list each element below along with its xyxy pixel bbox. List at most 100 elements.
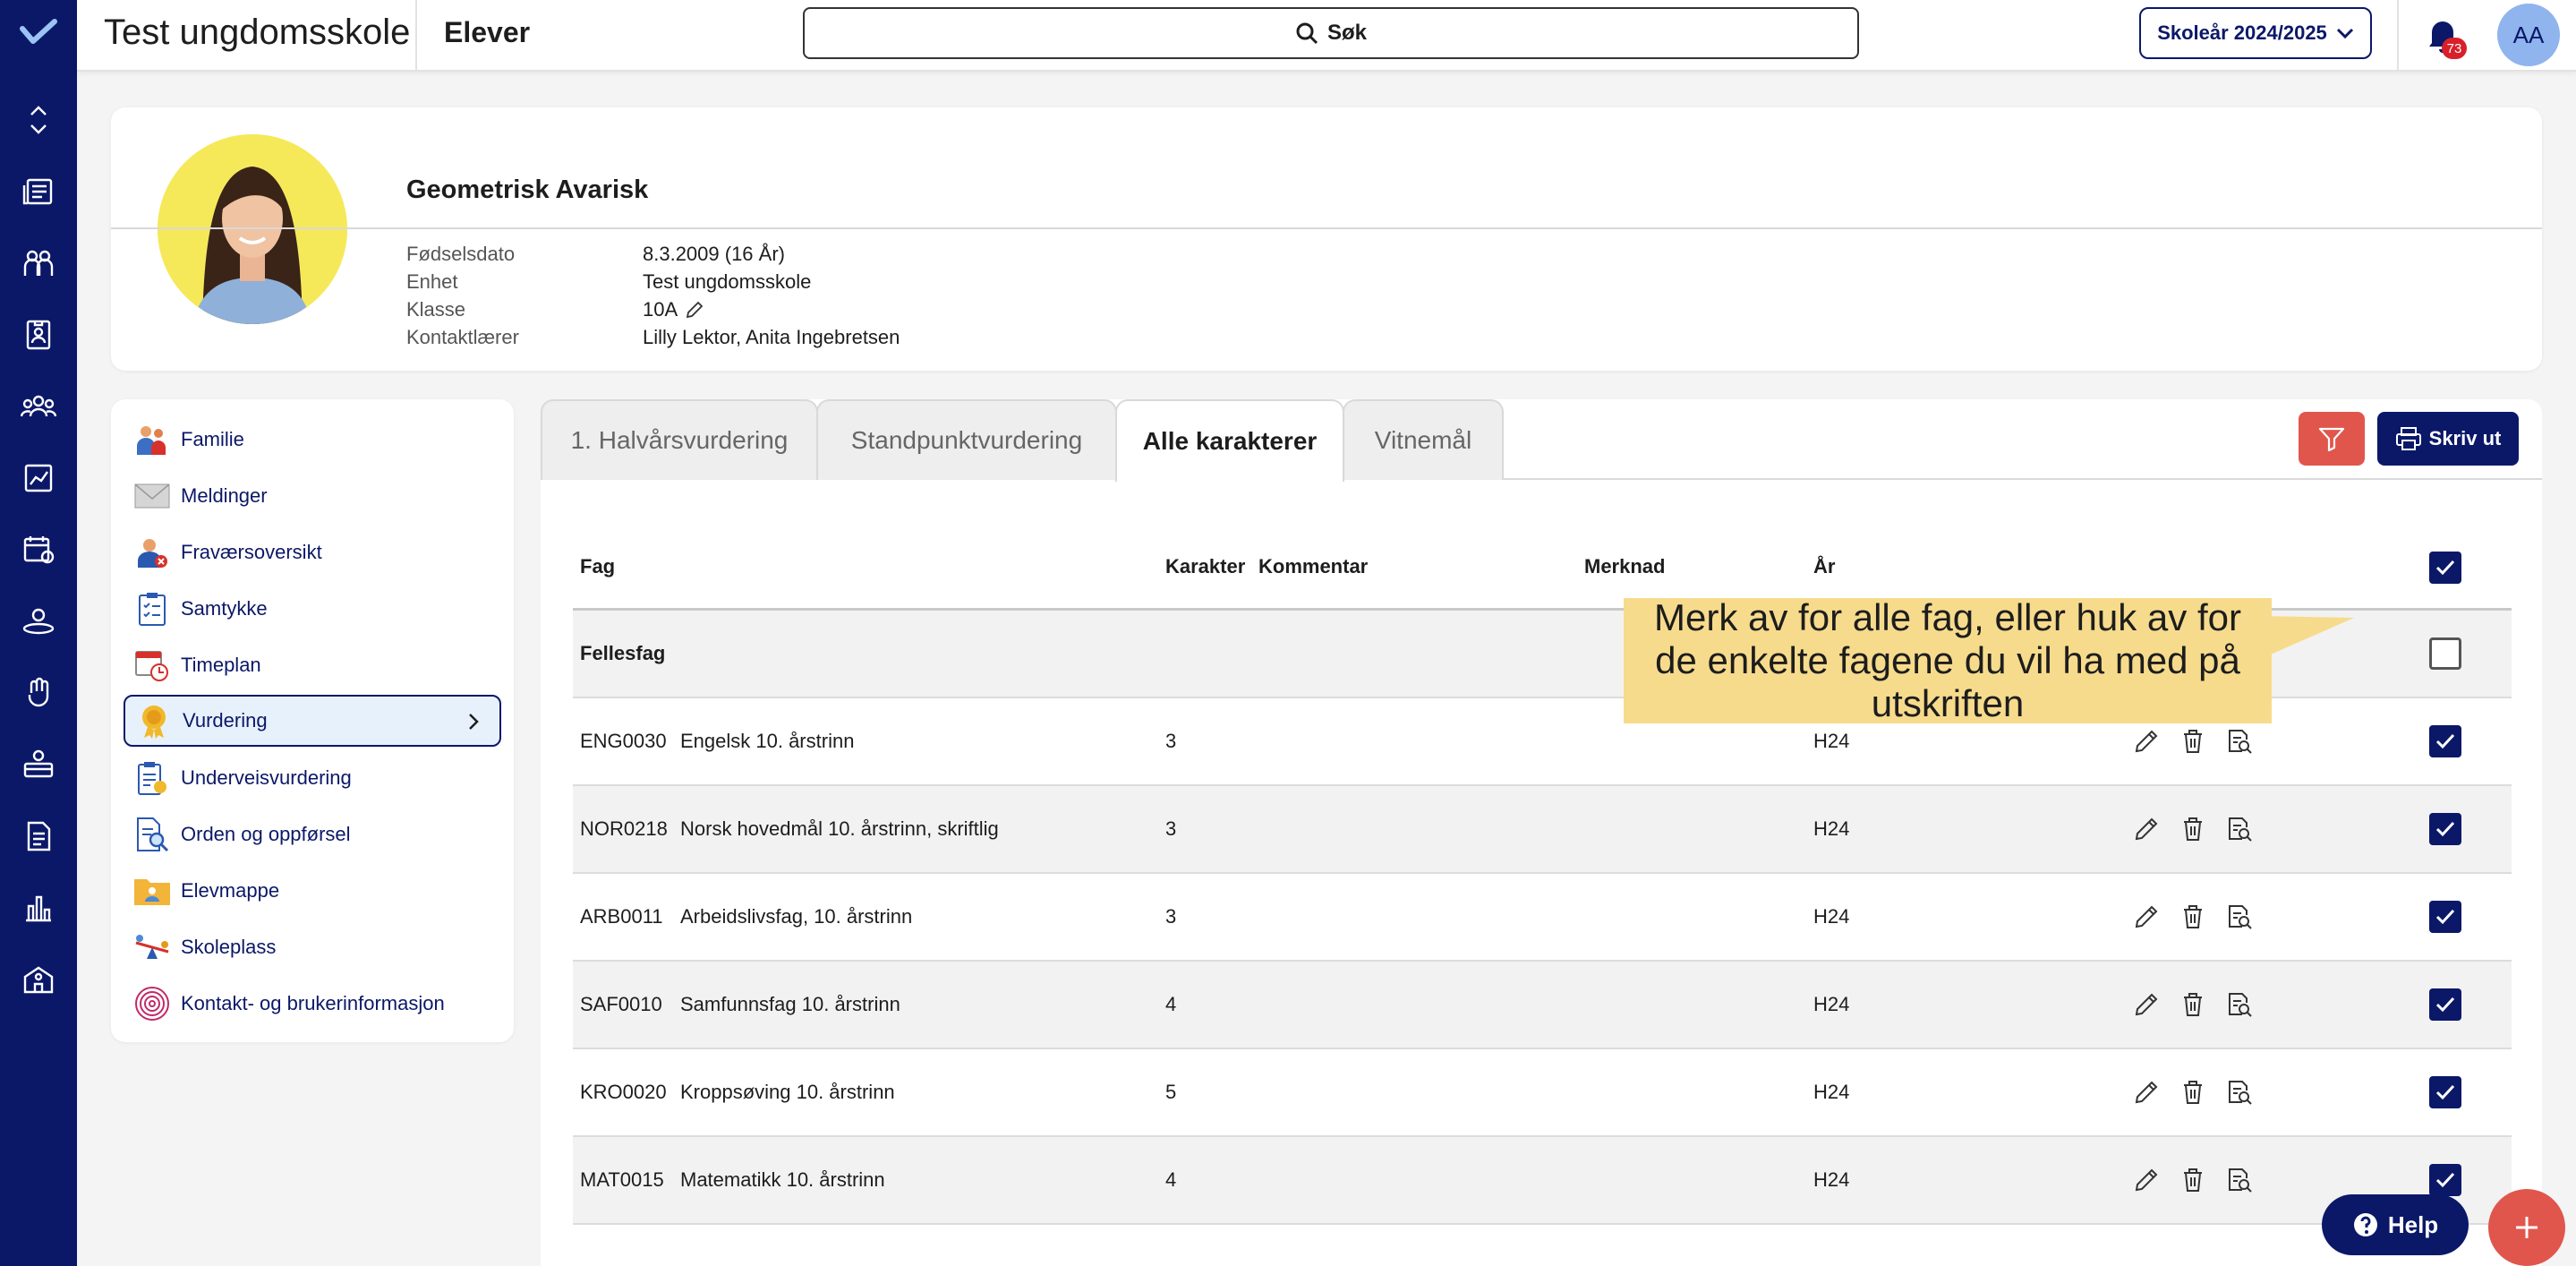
school-year-value: Skoleår 2024/2025 (2157, 21, 2327, 44)
document-preview-icon[interactable] (2225, 902, 2254, 931)
document-preview-icon[interactable] (2225, 1166, 2254, 1194)
document-search-icon (132, 815, 172, 854)
menu-item-orden-og-oppforsel[interactable]: Orden og oppførsel (124, 808, 501, 860)
subject-name: Norsk hovedmål 10. årstrinn, skriftlig (680, 817, 999, 840)
edit-pencil-icon[interactable] (2132, 815, 2161, 843)
tab-halvarsvurdering[interactable]: 1. Halvårsvurdering (541, 399, 818, 480)
menu-label: Vurdering (183, 709, 268, 731)
menu-item-vurdering[interactable]: Vurdering (124, 695, 501, 747)
subject-code: MAT0015 (580, 1168, 664, 1191)
info-value: 8.3.2009 (16 År) (643, 243, 785, 265)
edit-pencil-icon[interactable] (2132, 1166, 2161, 1194)
grades-panel: 1. Halvårsvurdering Standpunktvurdering … (541, 399, 2542, 1266)
menu-item-familie[interactable]: Familie (124, 414, 501, 466)
grade-value: 4 (1165, 1168, 1177, 1191)
row-actions (2132, 874, 2254, 960)
school-year-select[interactable]: Skoleår 2024/2025 (2139, 7, 2372, 59)
row-checkbox[interactable] (2429, 725, 2461, 757)
menu-item-timeplan[interactable]: Timeplan (124, 639, 501, 691)
edit-pencil-icon[interactable] (685, 300, 704, 320)
grade-value: 3 (1165, 905, 1177, 928)
help-icon (2353, 1213, 2377, 1236)
grade-value: 5 (1165, 1081, 1177, 1103)
nav-report-icon[interactable] (0, 442, 77, 514)
trash-icon[interactable] (2179, 1078, 2207, 1107)
row-actions (2132, 962, 2254, 1048)
row-actions (2132, 1049, 2254, 1135)
row-checkbox[interactable] (2429, 813, 2461, 845)
nav-dashboard-icon[interactable] (0, 156, 77, 227)
add-button[interactable] (2488, 1189, 2565, 1266)
edit-pencil-icon[interactable] (2132, 727, 2161, 756)
row-checkbox[interactable] (2429, 988, 2461, 1021)
menu-item-kontakt-og-brukerinformasjon[interactable]: Kontakt- og brukerinformasjon (124, 978, 501, 1030)
student-name: Geometrisk Avarisk (406, 175, 649, 204)
year-value: H24 (1813, 1081, 1850, 1103)
tab-standpunktvurdering[interactable]: Standpunktvurdering (816, 399, 1117, 480)
menu-item-underveisvurdering[interactable]: Underveisvurdering (124, 752, 501, 804)
row-checkbox[interactable] (2429, 1164, 2461, 1196)
nav-statistics-icon[interactable] (0, 872, 77, 944)
filter-button[interactable] (2299, 412, 2365, 466)
menu-item-elevmappe[interactable]: Elevmappe (124, 865, 501, 917)
tab-vitnemal[interactable]: Vitnemål (1343, 399, 1504, 480)
edit-pencil-icon[interactable] (2132, 990, 2161, 1019)
nav-calendar-icon[interactable] (0, 514, 77, 586)
notification-badge: 73 (2442, 38, 2467, 59)
school-title: Test ungdomsskole (104, 13, 411, 52)
nav-hand-icon[interactable] (0, 657, 77, 729)
subject-code: ARB0011 (580, 905, 663, 928)
nav-students-icon[interactable] (0, 227, 77, 299)
select-all-checkbox[interactable] (2429, 552, 2461, 584)
menu-item-skoleplass[interactable]: Skoleplass (124, 921, 501, 973)
user-avatar[interactable]: AA (2497, 4, 2560, 66)
trash-icon[interactable] (2179, 902, 2207, 931)
info-row: Kontaktlærer Lilly Lektor, Anita Ingebret… (406, 323, 900, 351)
nav-school-icon[interactable] (0, 944, 77, 1015)
table-row: NOR0218 Norsk hovedmål 10. årstrinn, skri… (573, 786, 2512, 874)
nav-person-ring-icon[interactable] (0, 586, 77, 657)
menu-label: Skoleplass (181, 936, 277, 958)
student-info: Fødselsdato 8.3.2009 (16 År) Enhet Test un… (406, 240, 900, 351)
document-preview-icon[interactable] (2225, 990, 2254, 1019)
nav-id-badge-icon[interactable] (0, 299, 77, 371)
document-preview-icon[interactable] (2225, 727, 2254, 756)
plus-icon (2516, 1217, 2538, 1238)
nav-document-icon[interactable] (0, 800, 77, 872)
help-button[interactable]: Help (2322, 1194, 2469, 1255)
menu-label: Underveisvurdering (181, 766, 352, 789)
trash-icon[interactable] (2179, 727, 2207, 756)
print-button[interactable]: Skriv ut (2377, 412, 2519, 466)
checkmark-icon (2435, 733, 2455, 749)
search-input[interactable]: Søk (803, 7, 1859, 59)
search-icon (1296, 22, 1318, 45)
year-value: H24 (1813, 905, 1850, 928)
nav-groups-icon[interactable] (0, 371, 77, 442)
divider (111, 227, 2542, 229)
subject-name: Arbeidslivsfag, 10. årstrinn (680, 905, 913, 928)
trash-icon[interactable] (2179, 815, 2207, 843)
menu-item-samtykke[interactable]: Samtykke (124, 583, 501, 635)
printer-icon (2395, 427, 2421, 450)
group-checkbox[interactable] (2429, 637, 2461, 670)
info-label: Enhet (406, 270, 458, 293)
trash-icon[interactable] (2179, 1166, 2207, 1194)
app-logo-icon[interactable] (19, 18, 58, 48)
trash-icon[interactable] (2179, 990, 2207, 1019)
expand-collapse-icon[interactable] (0, 84, 77, 156)
row-checkbox[interactable] (2429, 1076, 2461, 1108)
row-checkbox[interactable] (2429, 901, 2461, 933)
menu-item-fravaersoversikt[interactable]: Fraværsoversikt (124, 526, 501, 578)
document-preview-icon[interactable] (2225, 1078, 2254, 1107)
callout-pointer (2265, 616, 2354, 657)
nav-desk-icon[interactable] (0, 729, 77, 800)
folder-icon (132, 871, 172, 911)
table-row: ARB0011 Arbeidslivsfag, 10. årstrinn 3 H24 (573, 874, 2512, 962)
document-preview-icon[interactable] (2225, 815, 2254, 843)
instruction-callout: Merk av for alle fag, eller huk av for d… (1624, 596, 2272, 724)
menu-label: Samtykke (181, 597, 268, 620)
edit-pencil-icon[interactable] (2132, 902, 2161, 931)
menu-item-meldinger[interactable]: Meldinger (124, 470, 501, 522)
tab-alle-karakterer[interactable]: Alle karakterer (1115, 399, 1344, 482)
edit-pencil-icon[interactable] (2132, 1078, 2161, 1107)
